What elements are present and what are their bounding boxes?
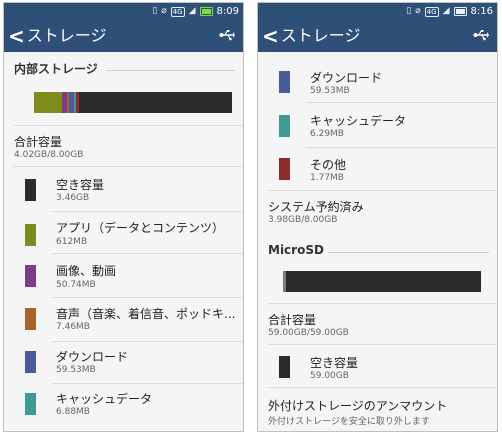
item-size: 50.74MB	[56, 280, 96, 290]
item-label: 音声（音楽、着信音、ポッドキ...	[56, 307, 236, 321]
divider	[268, 190, 497, 191]
item-label: ダウンロード	[56, 350, 129, 364]
status-icons: ▯ ⌀ 4G ◢ 8:16	[406, 5, 493, 18]
signal-badge: 4G	[424, 6, 439, 17]
storage-item-downloads[interactable]: ダウンロード 59.53MB	[258, 59, 497, 101]
item-size: 59.53MB	[310, 86, 350, 96]
internal-storage-header: 内部ストレージ	[14, 62, 98, 76]
divider	[268, 303, 497, 304]
item-size: 59.00GB	[310, 371, 349, 381]
free-color-swatch	[279, 356, 290, 378]
usb-icon	[473, 30, 489, 41]
mute-icon: ⌀	[161, 6, 167, 16]
usb-icon	[219, 30, 235, 41]
page-title: ストレージ	[280, 26, 361, 45]
usage-apps-segment	[34, 92, 62, 113]
storage-item-other[interactable]: その他 1.77MB	[258, 148, 497, 191]
usage-used-segment	[283, 271, 286, 292]
item-label: キャッシュデータ	[310, 114, 407, 128]
app-bar: < ストレージ	[258, 20, 497, 52]
item-size: 3.46GB	[56, 193, 90, 203]
sd-item-free[interactable]: 空き容量 59.00GB	[258, 345, 497, 385]
vibrate-icon: ▯	[406, 6, 412, 16]
item-size: 6.88MB	[56, 407, 90, 417]
back-button[interactable]: < ストレージ	[8, 24, 106, 48]
clock: 8:16	[470, 6, 493, 17]
unmount-title: 外付けストレージのアンマウント	[268, 399, 448, 413]
status-bar: ▯ ⌀ 4G ◢ 8:16	[258, 3, 497, 20]
internal-usage-bar	[34, 92, 232, 113]
storage-item-free[interactable]: 空き容量 3.46GB	[4, 167, 243, 210]
microsd-header: MicroSD	[268, 243, 324, 257]
storage-item-audio[interactable]: 音声（音楽、着信音、ポッドキ... 7.46MB	[4, 298, 243, 341]
images-color-swatch	[25, 265, 36, 287]
apps-color-swatch	[25, 224, 36, 246]
section-divider	[328, 252, 489, 253]
item-size: 59.53MB	[56, 365, 96, 375]
usage-other-segment	[76, 92, 79, 113]
storage-item-cache[interactable]: キャッシュデータ 6.88MB	[4, 384, 243, 427]
right-screen: ▯ ⌀ 4G ◢ 8:16 < ストレージ ダウンロード 59.53MB キャッ…	[257, 2, 498, 432]
system-reserved-value: 3.98GB/8.00GB	[268, 215, 338, 225]
other-color-swatch	[279, 158, 290, 180]
back-arrow-icon: <	[8, 24, 25, 48]
signal-icon: ◢	[442, 6, 450, 16]
item-label: 空き容量	[56, 178, 105, 192]
signal-icon: ◢	[188, 6, 196, 16]
clock: 8:09	[216, 6, 239, 17]
section-divider	[106, 70, 235, 71]
page-title: ストレージ	[26, 26, 107, 45]
battery-charging-icon	[199, 7, 213, 16]
battery-icon	[453, 7, 467, 16]
system-reserved-label: システム予約済み	[268, 200, 364, 214]
status-bar: ▯ ⌀ 4G ◢ 8:09	[4, 3, 243, 20]
item-size: 6.29MB	[310, 129, 344, 139]
item-label: アプリ（データとコンテンツ）	[56, 221, 225, 235]
total-capacity-value: 4.02GB/8.00GB	[14, 150, 84, 160]
item-size: 1.77MB	[310, 173, 344, 183]
item-label: 空き容量	[310, 356, 359, 370]
item-size: 612MB	[56, 237, 88, 247]
downloads-color-swatch	[25, 351, 36, 373]
cache-color-swatch	[25, 393, 36, 415]
storage-item-downloads[interactable]: ダウンロード 59.53MB	[4, 342, 243, 385]
total-capacity-label: 合計容量	[14, 135, 63, 149]
item-label: キャッシュデータ	[56, 392, 153, 406]
item-label: ダウンロード	[310, 71, 383, 85]
unmount-subtitle: 外付けストレージを安全に取り外します	[268, 417, 430, 427]
status-icons: ▯ ⌀ 4G ◢ 8:09	[152, 5, 239, 18]
unmount-sd-button[interactable]: 外付けストレージのアンマウント 外付けストレージを安全に取り外します	[258, 388, 497, 428]
item-label: その他	[310, 158, 347, 172]
free-color-swatch	[25, 179, 36, 201]
item-label: 画像、動画	[56, 264, 117, 278]
divider	[14, 125, 243, 126]
app-bar: < ストレージ	[4, 20, 243, 52]
vibrate-icon: ▯	[152, 6, 158, 16]
cache-color-swatch	[279, 115, 290, 137]
downloads-color-swatch	[279, 71, 290, 93]
signal-badge: 4G	[170, 6, 185, 17]
storage-item-images[interactable]: 画像、動画 50.74MB	[4, 254, 243, 297]
item-size: 7.46MB	[56, 322, 90, 332]
sd-total-capacity-label: 合計容量	[268, 313, 317, 327]
storage-item-apps[interactable]: アプリ（データとコンテンツ） 612MB	[4, 212, 243, 255]
audio-color-swatch	[25, 308, 36, 330]
left-screen: ▯ ⌀ 4G ◢ 8:09 < ストレージ 内部ストレージ 合計容量 4.02G…	[3, 2, 244, 432]
back-button[interactable]: < ストレージ	[262, 24, 360, 48]
sd-total-capacity-value: 59.00GB/59.00GB	[268, 328, 349, 338]
storage-item-cache[interactable]: キャッシュデータ 6.29MB	[258, 103, 497, 146]
mute-icon: ⌀	[415, 6, 421, 16]
back-arrow-icon: <	[262, 24, 279, 48]
sd-usage-bar	[283, 271, 481, 292]
